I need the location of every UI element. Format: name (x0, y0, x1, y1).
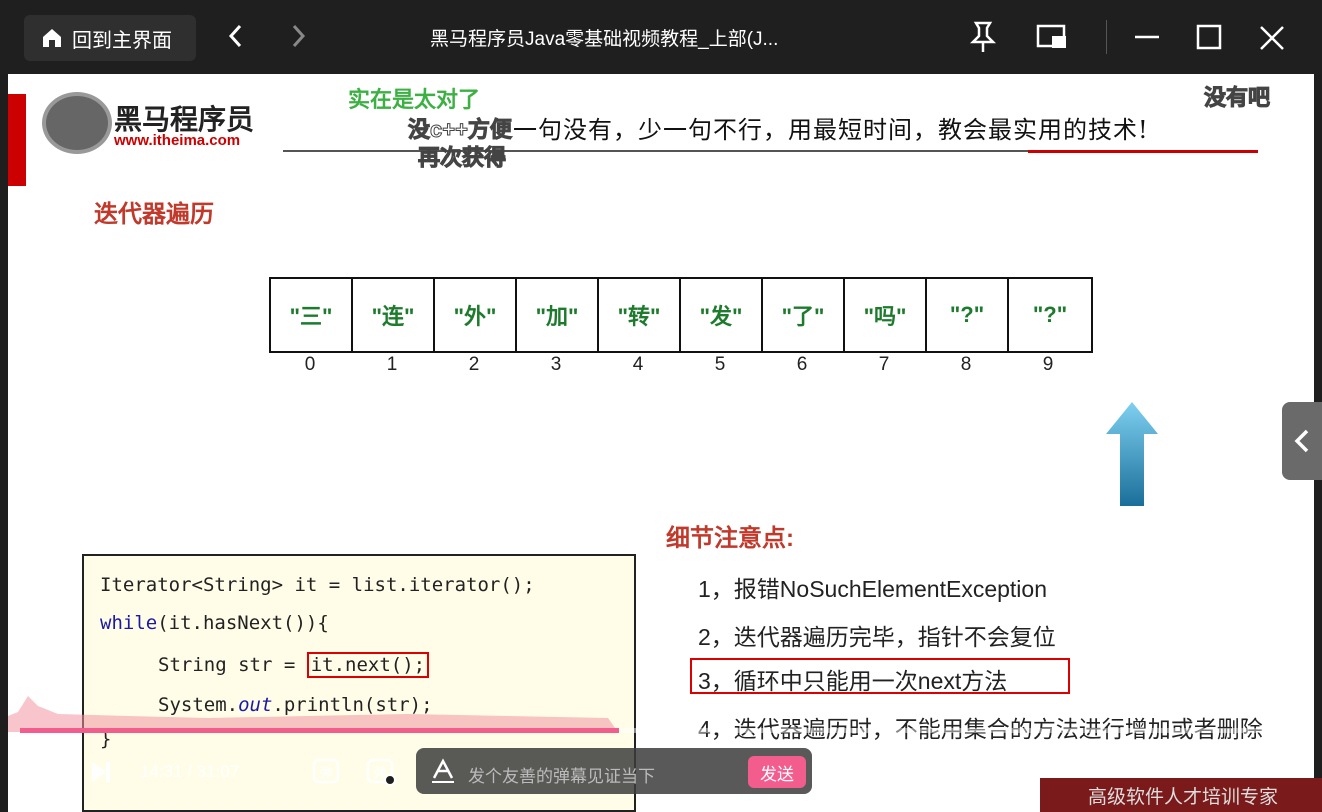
array-diagram: "三" "连" "外" "加" "转" "发" "了" "吗" "?" "?" (269, 277, 1093, 353)
danmaku-comment: 实在是太对了 (348, 87, 481, 112)
logo-horse-icon (42, 92, 112, 154)
danmaku-settings-icon[interactable]: 弹 (366, 754, 396, 791)
danmaku-input[interactable]: 发个友善的弹幕见证当下 发送 (416, 748, 812, 794)
current-time: 14:31 (140, 762, 183, 781)
text-style-icon[interactable] (430, 758, 456, 789)
pin-icon[interactable] (968, 20, 998, 62)
watermark: 高级软件人才培训专家 (1040, 778, 1322, 812)
side-panel-toggle[interactable] (1282, 402, 1322, 480)
array-indices: 0 1 2 3 4 5 6 7 8 9 (269, 354, 1089, 376)
heat-waveform (8, 696, 618, 732)
chevron-right-icon[interactable] (288, 22, 308, 58)
array-cell: "?" (927, 279, 1009, 351)
divider (1106, 20, 1107, 54)
array-cell: "外" (435, 279, 517, 351)
picture-in-picture-icon[interactable] (1036, 24, 1068, 58)
section-title: 迭代器遍历 (94, 201, 214, 228)
array-cell: "转" (599, 279, 681, 351)
array-cell: "?" (1032, 302, 1068, 327)
time-display: 14:31 / 31:07 (140, 762, 239, 782)
svg-text:弹: 弹 (319, 766, 332, 781)
chevron-left-icon[interactable] (226, 22, 246, 58)
send-button[interactable]: 发送 (748, 756, 806, 788)
quality-selector[interactable]: 720P 高清 (846, 760, 938, 789)
array-cell: "三" (271, 279, 353, 351)
close-icon[interactable] (1258, 24, 1286, 60)
chevron-left-icon (1294, 429, 1309, 453)
code-text: String str = (158, 654, 307, 676)
array-index: 9 (1042, 354, 1054, 375)
array-index: 1 (386, 354, 398, 375)
array-index: 3 (550, 354, 562, 375)
danmaku-placeholder: 发个友善的弹幕见证当下 (468, 767, 655, 786)
progress-fill (20, 728, 619, 733)
progress-bar[interactable] (20, 728, 1302, 733)
title-bar: 回到主界面 黑马程序员Java零基础视频教程_上部(J... (0, 0, 1322, 74)
array-index: 2 (468, 354, 480, 375)
maximize-icon[interactable] (1196, 24, 1222, 58)
home-icon (40, 26, 64, 50)
episodes-button[interactable]: 选集 (964, 760, 1004, 789)
code-line: Iterator<String> it = list.iterator(); (100, 574, 535, 596)
array-cell: "发" (681, 279, 763, 351)
home-button[interactable]: 回到主界面 (24, 15, 196, 61)
pause-icon[interactable] (34, 760, 58, 789)
code-line: String str = it.next(); (158, 652, 430, 678)
note-item: 1，报错NoSuchElementException (698, 576, 1047, 602)
code-keyword: while (100, 612, 158, 634)
code-highlight: it.next(); (306, 652, 430, 678)
array-cell: "吗" (845, 279, 927, 351)
up-arrow-icon (1104, 400, 1160, 508)
window-title: 黑马程序员Java零基础视频教程_上部(J... (430, 29, 779, 50)
danmaku-comment: 再次获得 (417, 145, 507, 171)
minimize-icon[interactable] (1134, 24, 1160, 58)
code-line: while(it.hasNext()){ (100, 612, 329, 634)
total-time: 31:07 (196, 762, 240, 781)
time-separator: / (187, 762, 193, 781)
next-icon[interactable] (90, 760, 112, 789)
array-index: 4 (632, 354, 644, 375)
danmaku-toggle-icon[interactable]: 弹 (312, 754, 342, 791)
array-index: 8 (960, 354, 972, 375)
note-item: 2，迭代器遍历完毕，指针不会复位 (698, 624, 1056, 650)
array-cell: "连" (353, 279, 435, 351)
array-index: 6 (796, 354, 808, 375)
logo-url: www.itheima.com (114, 132, 241, 149)
code-text: (it.hasNext()){ (157, 612, 329, 634)
array-cell: "了" (763, 279, 845, 351)
home-label: 回到主界面 (72, 29, 172, 52)
danmaku-comment: 没有吧 (1203, 85, 1271, 111)
array-index: 7 (878, 354, 890, 375)
array-index: 0 (304, 354, 316, 375)
notes-title: 细节注意点: (666, 525, 794, 552)
array-index: 5 (714, 354, 726, 375)
slogan: 一句没有，少一句不行，用最短时间，教会最实用的技术! (513, 116, 1149, 144)
red-accent-strip (8, 94, 26, 186)
slogan-underline-accent (1028, 150, 1258, 153)
array-cell: "加" (517, 279, 599, 351)
